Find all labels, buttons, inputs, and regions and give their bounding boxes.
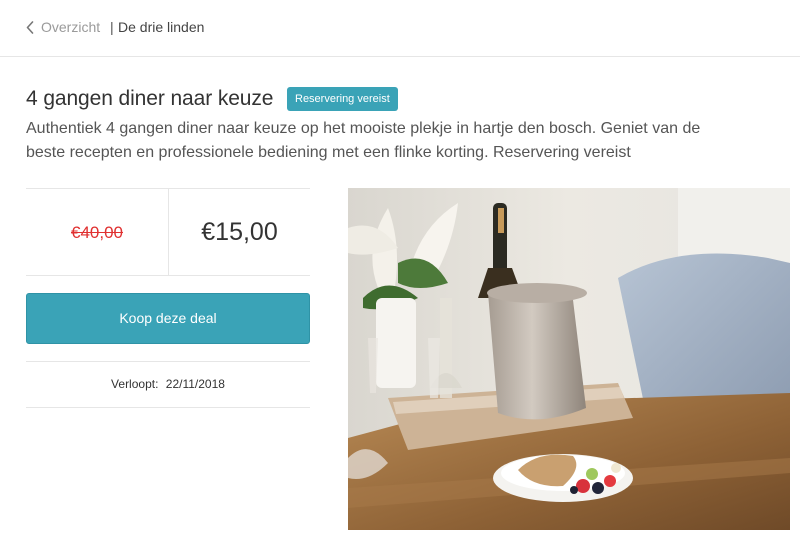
champagne-table-image: [348, 188, 790, 530]
original-price: €40,00: [71, 223, 123, 242]
price-box: €40,00 €15,00: [26, 188, 310, 276]
buy-deal-button[interactable]: Koop deze deal: [26, 293, 310, 344]
deal-photo: [348, 188, 790, 530]
expiry-info: Verloopt: 22/11/2018: [26, 361, 310, 408]
reservation-required-badge: Reservering vereist: [287, 87, 398, 111]
back-link-label: Overzicht: [41, 19, 101, 35]
top-navigation-bar: Overzicht | De drie linden: [0, 0, 800, 57]
expiry-date: 22/11/2018: [165, 377, 225, 391]
expiry-label: Verloopt:: [111, 377, 159, 391]
breadcrumb-separator: |: [110, 19, 114, 35]
breadcrumb-current: De drie linden: [118, 19, 205, 35]
deal-description: Authentiek 4 gangen diner naar keuze op …: [26, 120, 701, 161]
deal-price: €15,00: [201, 218, 278, 246]
chevron-left-icon: [26, 20, 34, 34]
back-to-overview-link[interactable]: Overzicht: [26, 19, 100, 35]
deal-title: 4 gangen diner naar keuze: [26, 87, 274, 110]
